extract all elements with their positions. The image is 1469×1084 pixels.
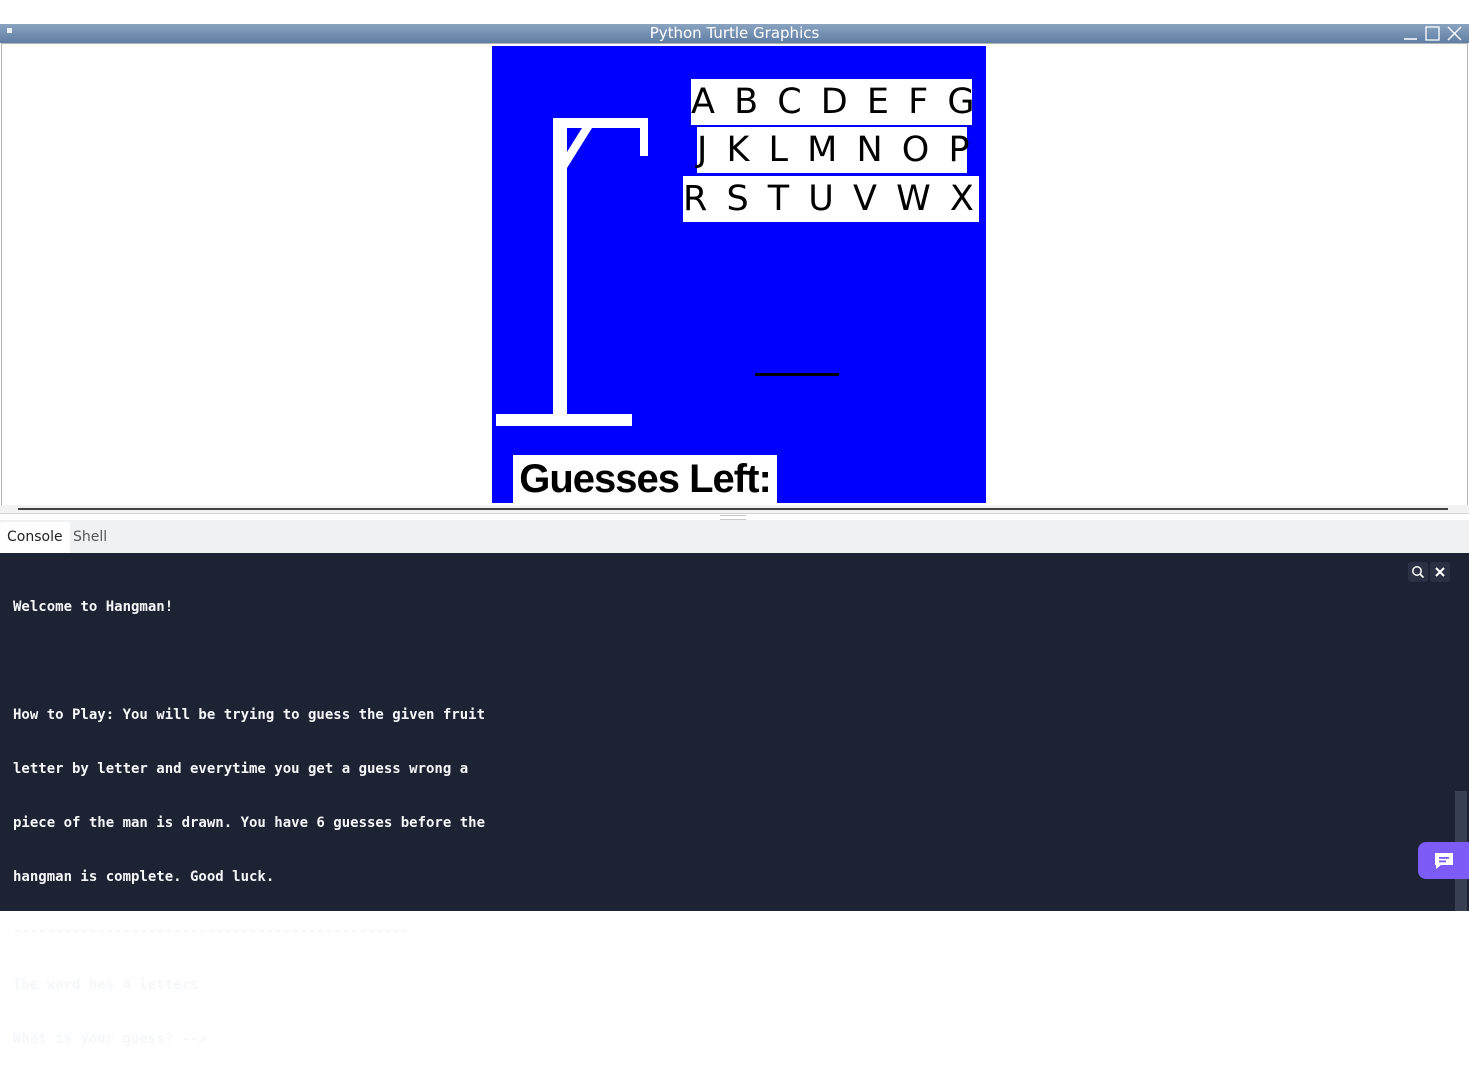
console-line: The word has 4 letters xyxy=(13,977,199,993)
alphabet-row-3: R S T U V W X Y Z xyxy=(683,176,986,222)
window-menu-icon[interactable] xyxy=(7,28,12,33)
chat-icon[interactable] xyxy=(1418,842,1469,879)
console-line: Welcome to Hangman! xyxy=(13,599,174,615)
console-line: piece of the man is drawn. You have 6 gu… xyxy=(13,815,486,831)
console-line: ----------------------------------------… xyxy=(13,923,410,939)
canvas-horizontal-scrollbar[interactable] xyxy=(0,505,1469,514)
console-prompt-line[interactable]: What is your guess? --> xyxy=(13,1030,485,1048)
alphabet-row-1: A B C D E F G H I xyxy=(691,79,986,125)
tab-shell[interactable]: Shell xyxy=(66,522,114,553)
console-tabs: Console Shell xyxy=(0,520,1469,553)
guesses-left-label: Guesses Left: xyxy=(519,457,772,501)
console-output: Welcome to Hangman! How to Play: You wil… xyxy=(13,562,485,1084)
alphabet-row-2: J K L M N O P Q xyxy=(697,127,986,173)
tab-console[interactable]: Console xyxy=(0,522,70,553)
window-title: Python Turtle Graphics xyxy=(649,24,820,42)
turtle-canvas[interactable]: A B C D E F G H I J K L M N O P Q R S T … xyxy=(492,46,986,503)
console-line: letter by letter and everytime you get a… xyxy=(13,761,469,777)
scrollbar-track[interactable] xyxy=(18,508,1448,510)
minimize-icon[interactable] xyxy=(1402,25,1419,42)
search-icon[interactable] xyxy=(1408,562,1428,582)
console-line: How to Play: You will be trying to guess… xyxy=(13,707,486,723)
console-panel[interactable]: Welcome to Hangman! How to Play: You wil… xyxy=(0,553,1469,1047)
close-window-icon[interactable] xyxy=(1446,25,1463,42)
text-cursor[interactable] xyxy=(215,1030,224,1046)
guesses-left-box: Guesses Left: 6 xyxy=(513,455,777,503)
word-blank xyxy=(755,373,839,376)
window-titlebar[interactable]: Python Turtle Graphics xyxy=(0,24,1469,43)
console-prompt: What is your guess? --> xyxy=(13,1031,216,1047)
close-icon[interactable] xyxy=(1430,562,1450,582)
maximize-icon[interactable] xyxy=(1424,25,1441,42)
console-line: hangman is complete. Good luck. xyxy=(13,869,275,885)
